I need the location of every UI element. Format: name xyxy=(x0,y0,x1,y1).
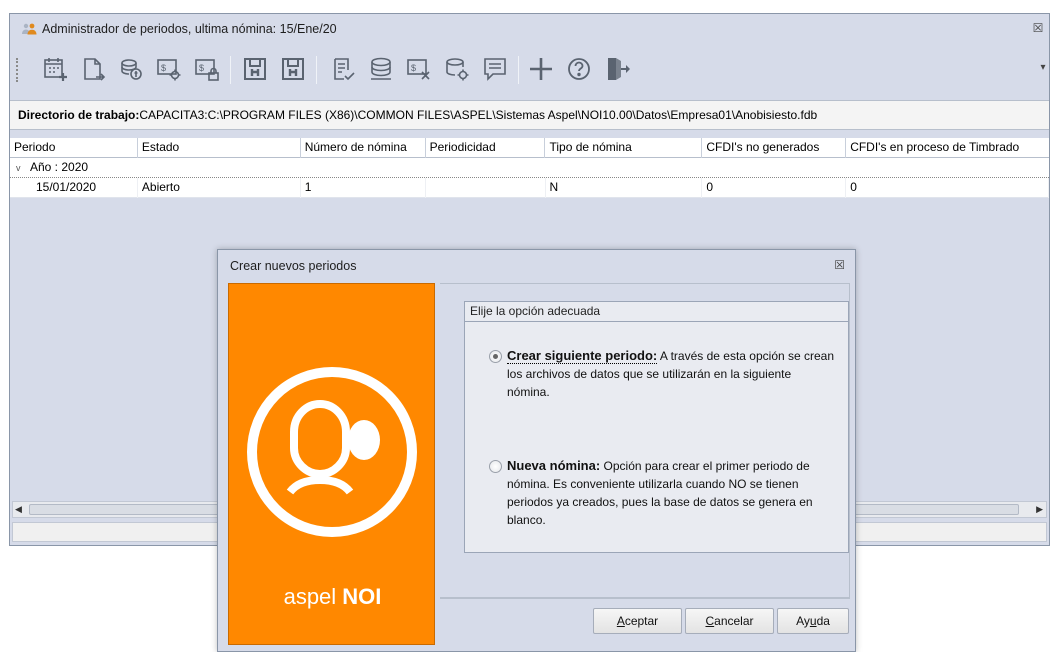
svg-text:$: $ xyxy=(411,63,416,73)
option-1-heading: Crear siguiente periodo: xyxy=(507,348,658,364)
svg-text:$: $ xyxy=(161,63,166,73)
toolbar-overflow-icon[interactable]: ▾ xyxy=(1037,62,1049,78)
add-icon[interactable] xyxy=(526,54,556,84)
brand-panel: aspel NOI xyxy=(228,283,435,645)
create-periods-dialog: Crear nuevos periodos ☒ aspel NOI Elije … xyxy=(217,249,856,652)
radio-nueva-nomina[interactable] xyxy=(489,460,502,473)
accept-label: ceptar xyxy=(624,614,659,628)
coins-icon[interactable] xyxy=(116,54,146,84)
cell-tipo-nomina: N xyxy=(546,178,703,198)
database-settings-icon[interactable] xyxy=(442,54,472,84)
exit-icon[interactable] xyxy=(602,54,632,84)
cell-cfdi-no-generados: 0 xyxy=(702,178,847,198)
close-icon[interactable]: ☒ xyxy=(834,258,845,272)
chevron-down-icon[interactable]: v xyxy=(16,159,30,178)
brand-name-bold: NOI xyxy=(342,584,382,609)
column-header-cfdi-no-generados[interactable]: CFDI's no generados xyxy=(702,138,847,158)
brand-logo: aspel NOI xyxy=(229,584,436,610)
dialog-title: Crear nuevos periodos xyxy=(230,259,357,273)
save-icon[interactable] xyxy=(240,54,270,84)
toolbar-separator xyxy=(518,56,519,84)
column-header-numero-nomina[interactable]: Número de nómina xyxy=(301,138,426,158)
radio-crear-siguiente-periodo[interactable] xyxy=(489,350,502,363)
working-directory: Directorio de trabajo:CAPACITA3:C:\PROGR… xyxy=(10,100,1049,130)
groupbox-title: Elije la opción adecuada xyxy=(465,302,848,322)
title-bar: Administrador de periodos, ultima nómina… xyxy=(10,14,1049,44)
new-document-icon[interactable] xyxy=(78,54,108,84)
footer-divider xyxy=(440,598,850,599)
cancel-hotkey: C xyxy=(705,614,715,628)
option-2-heading: Nueva nómina: xyxy=(507,458,601,473)
payroll-lock-icon[interactable]: $ xyxy=(192,54,222,84)
accept-hotkey: A xyxy=(616,614,625,628)
accept-button[interactable]: Aceptar xyxy=(593,608,682,634)
column-header-periodicidad[interactable]: Periodicidad xyxy=(426,138,546,158)
help-button[interactable]: Ayuda xyxy=(777,608,849,634)
notes-icon[interactable] xyxy=(480,54,510,84)
working-directory-path: CAPACITA3:C:\PROGRAM FILES (X86)\COMMON … xyxy=(139,108,818,122)
scroll-left-icon[interactable]: ◀ xyxy=(15,504,22,515)
cell-cfdi-en-proceso: 0 xyxy=(846,178,1049,198)
calendar-add-icon[interactable] xyxy=(40,54,70,84)
cell-numero-nomina: 1 xyxy=(301,178,426,198)
toolbar-separator xyxy=(230,56,231,84)
window-title: Administrador de periodos, ultima nómina… xyxy=(42,22,337,36)
cell-estado: Abierto xyxy=(138,178,301,198)
scroll-right-icon[interactable]: ▶ xyxy=(1036,504,1043,515)
help-label-post: da xyxy=(816,614,830,628)
payroll-cancel-icon[interactable]: $ xyxy=(404,54,434,84)
svg-text:$: $ xyxy=(199,63,204,73)
cell-periodo: 15/01/2020 xyxy=(10,178,138,198)
save-as-icon[interactable] xyxy=(278,54,308,84)
toolbar-grip[interactable] xyxy=(16,58,19,82)
grid-header: Periodo Estado Número de nómina Periodic… xyxy=(10,138,1049,158)
working-directory-label: Directorio de trabajo: xyxy=(18,108,140,122)
option-crear-siguiente-periodo[interactable]: Crear siguiente periodo: A través de est… xyxy=(489,347,837,401)
column-header-estado[interactable]: Estado xyxy=(138,138,301,158)
help-icon[interactable] xyxy=(564,54,594,84)
group-label: Año : 2020 xyxy=(30,160,89,174)
toolbar-separator xyxy=(316,56,317,84)
brand-name-light: aspel xyxy=(283,584,343,609)
database-stack-icon[interactable] xyxy=(366,54,396,84)
close-icon[interactable]: ☒ xyxy=(1031,21,1045,35)
cell-periodicidad xyxy=(426,178,546,198)
help-hotkey: u xyxy=(809,614,817,628)
user-logo-icon xyxy=(247,367,417,537)
table-row[interactable]: 15/01/2020 Abierto 1 N 0 0 xyxy=(10,178,1049,198)
document-check-icon[interactable] xyxy=(328,54,358,84)
option-nueva-nomina[interactable]: Nueva nómina: Opción para crear el prime… xyxy=(489,457,837,529)
cancel-button[interactable]: Cancelar xyxy=(685,608,774,634)
group-row[interactable]: v Año : 2020 xyxy=(10,158,1049,178)
users-icon xyxy=(22,23,37,35)
cancel-label: ancelar xyxy=(714,614,754,628)
options-groupbox: Elije la opción adecuada Crear siguiente… xyxy=(464,301,849,553)
help-label-pre: Ay xyxy=(796,614,810,628)
toolbar: $ $ $ ▾ xyxy=(10,44,1049,94)
column-header-cfdi-en-proceso[interactable]: CFDI's en proceso de Timbrado xyxy=(846,138,1049,158)
payroll-settings-icon[interactable]: $ xyxy=(154,54,184,84)
column-header-periodo[interactable]: Periodo xyxy=(10,138,138,158)
column-header-tipo-nomina[interactable]: Tipo de nómina xyxy=(545,138,703,158)
